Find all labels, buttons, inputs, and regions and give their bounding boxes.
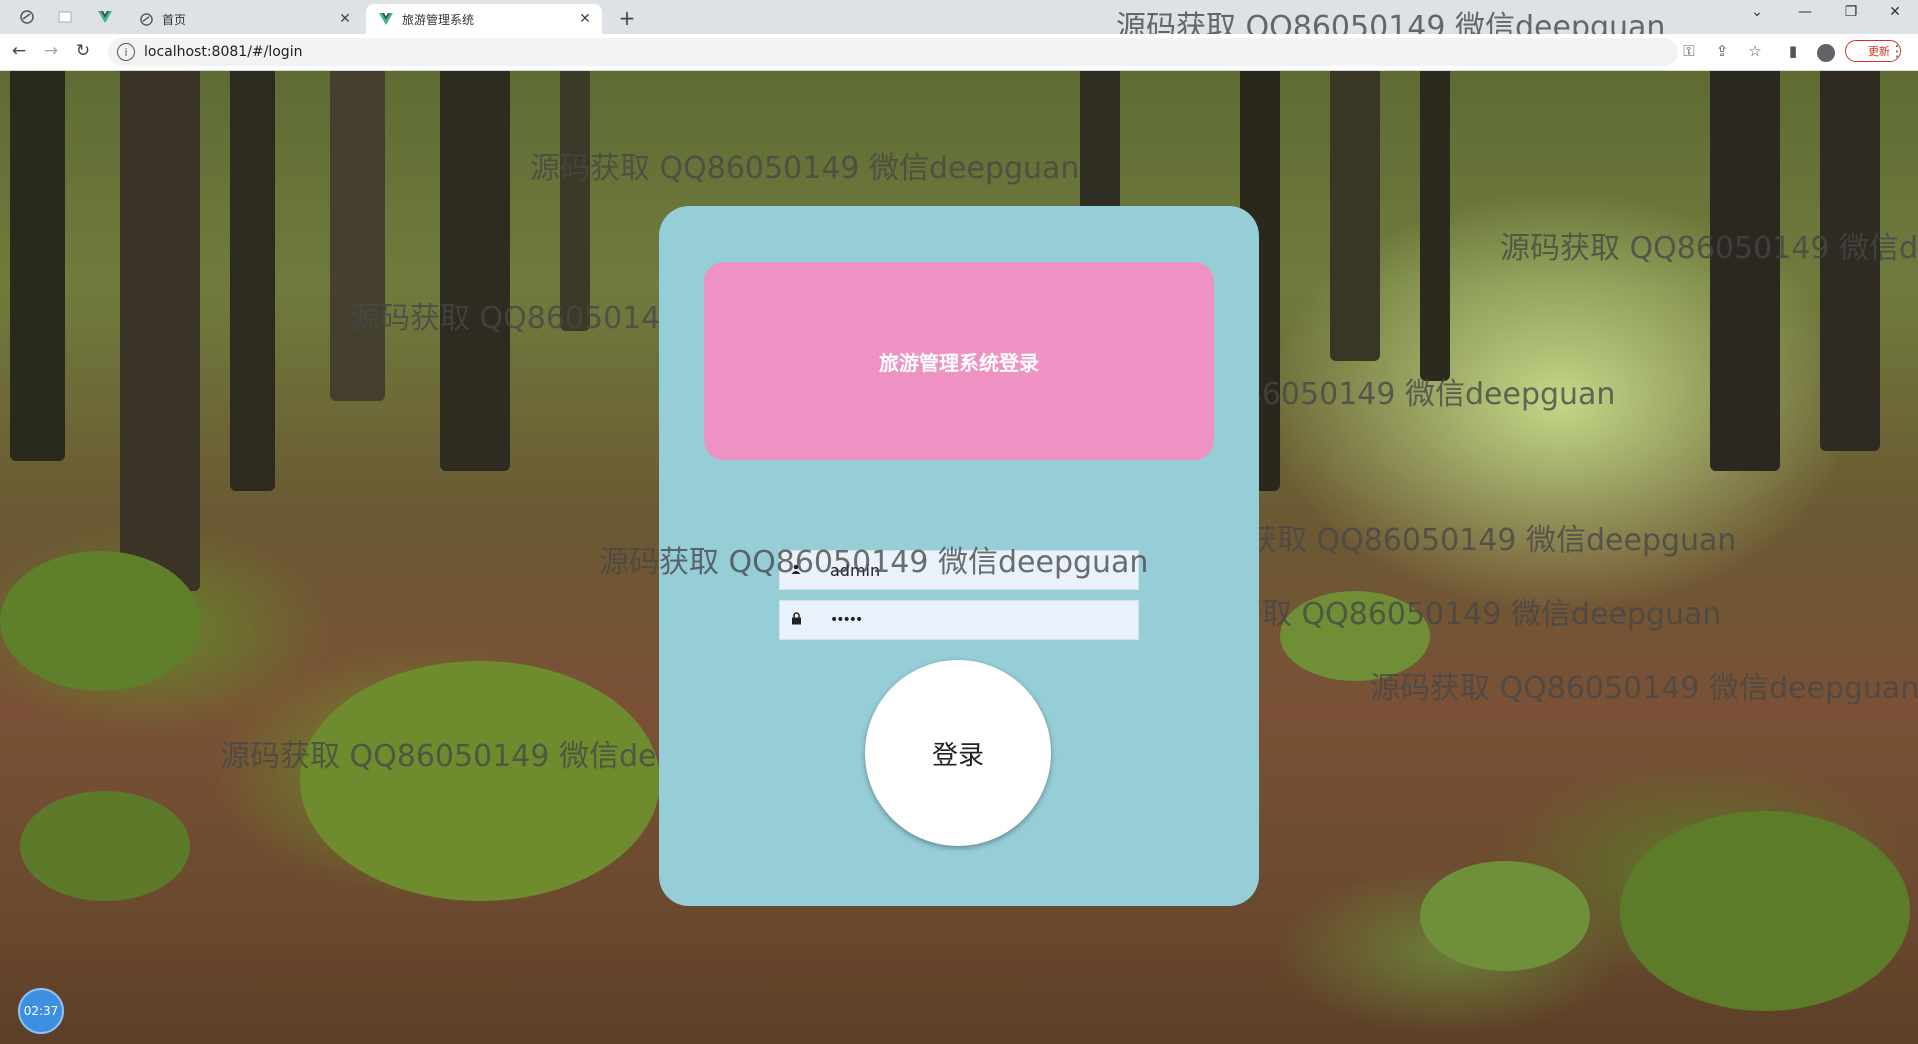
address-bar[interactable]: i localhost:8081/#/login [108, 38, 1678, 66]
tab-label: 首页 [162, 12, 187, 27]
moss-rock [20, 791, 190, 901]
login-card: 旅游管理系统登录 admin ••••• 登录 源码获取 QQ86050149 … [599, 206, 1259, 906]
login-title: 旅游管理系统登录 [879, 350, 1039, 375]
tree-trunk [1330, 71, 1380, 361]
back-arrow-icon[interactable]: ← [8, 41, 30, 61]
star-icon[interactable]: ☆ [1744, 42, 1766, 60]
tree-trunk [10, 71, 65, 461]
password-value[interactable]: ••••• [830, 612, 863, 628]
globe-icon[interactable] [18, 8, 36, 26]
close-window-button[interactable]: ✕ [1880, 4, 1910, 20]
tree-trunk [330, 71, 385, 401]
watermark-text: 源码获取 QQ86050149 微信deepguan [599, 545, 1149, 580]
browser-toolbar: ← → ↻ i localhost:8081/#/login ⚿ ⇪ ☆ ▮ 更… [0, 34, 1918, 71]
browser-tab-bar: 首页 ✕ 旅游管理系统 ✕ + 源码获取 QQ86050149 微信deepgu… [0, 0, 1918, 45]
tree-trunk [560, 71, 590, 331]
globe-icon [138, 11, 154, 27]
watermark-text: 源码获取 QQ86050149 微信deepguan [1187, 523, 1737, 558]
login-button-label: 登录 [931, 740, 984, 771]
address-url[interactable]: localhost:8081/#/login [144, 44, 302, 60]
moss-rock [1620, 811, 1910, 1011]
watermark-text: 源码获取 QQ86050149 微信deepguan [1500, 231, 1918, 266]
tree-trunk [440, 71, 510, 471]
new-tab-button[interactable]: + [616, 6, 638, 30]
vue-logo-icon [378, 11, 394, 27]
watermark-text: 源码获取 QQ86050149 微信deepguan [1370, 671, 1918, 706]
restore-button[interactable]: ❐ [1836, 4, 1866, 20]
share-icon[interactable]: ⇪ [1711, 42, 1733, 60]
password-field[interactable]: ••••• [779, 600, 1139, 640]
tree-trunk [1420, 71, 1450, 381]
profile-avatar-icon[interactable] [1817, 44, 1835, 62]
chevron-down-icon[interactable]: ⌄ [1742, 4, 1772, 20]
tab-home[interactable]: 首页 ✕ [126, 4, 362, 34]
key-icon[interactable]: ⚿ [1678, 42, 1700, 60]
login-title-banner: 旅游管理系统登录 [704, 262, 1214, 460]
tab-travel-system[interactable]: 旅游管理系统 ✕ [366, 4, 602, 34]
moss-rock [0, 551, 200, 691]
minimize-button[interactable]: — [1790, 4, 1820, 20]
close-icon[interactable]: ✕ [576, 11, 594, 27]
info-icon[interactable]: i [117, 43, 135, 61]
close-icon[interactable]: ✕ [336, 11, 354, 27]
moss-rock [300, 661, 660, 901]
tree-trunk [120, 71, 200, 591]
login-page-background: 源码获取 QQ86050149 微信deepguan 源码获取 QQ860501… [0, 71, 1918, 1044]
tree-trunk [230, 71, 275, 491]
clock-badge[interactable]: 02:37 [18, 988, 64, 1034]
tree-trunk [1710, 71, 1780, 471]
reload-icon[interactable]: ↻ [72, 41, 94, 61]
vue-logo-icon[interactable] [96, 8, 114, 26]
tab-label: 旅游管理系统 [402, 12, 475, 27]
login-button[interactable]: 登录 [865, 660, 1051, 846]
more-menu-icon[interactable]: ⋮ [1886, 42, 1908, 60]
forward-arrow-icon[interactable]: → [40, 41, 62, 61]
watermark-text: 源码获取 QQ86050149 微信deepguan [530, 151, 1080, 186]
lock-icon [788, 611, 804, 629]
clock-time: 02:37 [23, 1004, 59, 1018]
blank-tab-icon[interactable] [56, 8, 74, 26]
moss-rock [1420, 861, 1590, 971]
side-panel-icon[interactable]: ▮ [1782, 42, 1804, 60]
